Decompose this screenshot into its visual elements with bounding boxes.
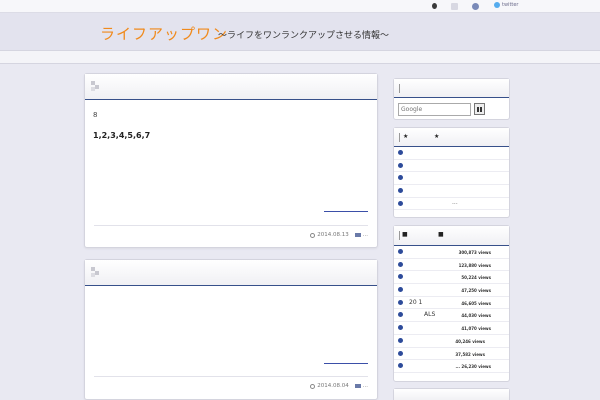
bullet-icon — [398, 200, 403, 206]
title-mark — [399, 133, 400, 142]
popular-widget-header: ■ ■ — [394, 226, 509, 246]
post-numbers: 1,2,3,4,5,6,7 — [93, 131, 151, 140]
post-meta: 2014.08.04 ... — [310, 383, 368, 389]
site-tagline: ～ライフをワンランクアップさせる情報～ — [218, 31, 390, 41]
list-item[interactable]: 20 1 46,605 views — [394, 297, 509, 310]
post-thumbnail-icon — [91, 267, 100, 277]
list-item[interactable]: ... — [394, 198, 509, 211]
list-item[interactable]: 123,880 views — [394, 259, 509, 272]
bullet-icon — [398, 175, 403, 181]
popular-widget: ■ ■ 300,873 views 123,880 views 50,224 v… — [393, 225, 510, 382]
folder-icon — [354, 384, 361, 388]
search-widget-header — [394, 79, 509, 98]
list-item[interactable]: ALS 44,030 views — [394, 309, 509, 323]
post-card: 2014.08.04 ... — [84, 259, 378, 400]
search-icon — [477, 106, 479, 112]
top-utility-bar: twitter — [0, 0, 600, 13]
list-item[interactable] — [394, 147, 509, 160]
list-item[interactable]: 40,246 views — [394, 335, 509, 348]
post-card: 8 1,2,3,4,5,6,7 2014.08.13 ... — [84, 73, 378, 248]
clock-icon — [310, 232, 316, 238]
site-title[interactable]: ライフアップワン — [100, 23, 228, 44]
post-meta: 2014.08.13 ... — [310, 232, 368, 238]
post-category[interactable]: ... — [363, 232, 368, 238]
title-mark — [399, 84, 400, 93]
list-item[interactable]: ... 26,230 views — [394, 360, 509, 373]
post-thumbnail-icon — [91, 81, 100, 91]
star-icon: ★ — [434, 133, 440, 140]
read-more-link[interactable] — [324, 211, 368, 212]
bullet-icon — [398, 188, 403, 194]
rss-icon[interactable] — [472, 3, 479, 10]
twitter-link[interactable]: twitter — [494, 2, 519, 8]
post-footer: 2014.08.13 ... — [94, 225, 368, 238]
bullet-icon — [398, 363, 403, 369]
bullet-icon — [398, 287, 403, 293]
search-widget — [393, 78, 510, 120]
bullet-icon — [398, 350, 403, 356]
post-date: 2014.08.13 — [317, 232, 349, 238]
list-item[interactable] — [394, 185, 509, 198]
read-more-link[interactable] — [324, 363, 368, 364]
list-item[interactable]: 50,224 views — [394, 271, 509, 285]
search-button[interactable] — [474, 103, 485, 115]
list-item[interactable]: 37,582 views — [394, 348, 509, 361]
twitter-icon — [494, 2, 500, 8]
bullet-icon — [398, 261, 403, 267]
post-header — [85, 260, 377, 286]
bullet-icon — [398, 299, 403, 305]
post-excerpt: 8 — [93, 111, 98, 119]
star-icon: ★ — [403, 133, 409, 140]
list-item[interactable] — [394, 160, 509, 173]
clock-icon — [310, 383, 316, 389]
post-date: 2014.08.04 — [317, 383, 349, 389]
site-header: ライフアップワン ～ライフをワンランクアップさせる情報～ — [0, 13, 600, 50]
list-item[interactable] — [394, 172, 509, 186]
post-header — [85, 74, 377, 100]
bullet-icon — [398, 337, 403, 343]
title-mark — [399, 231, 400, 240]
post-category[interactable]: ... — [363, 383, 368, 389]
person-icon[interactable] — [432, 3, 437, 9]
page-icon[interactable] — [451, 3, 458, 10]
search-input[interactable] — [398, 103, 471, 116]
recommend-widget-header: ★ ★ — [394, 128, 509, 147]
bullet-icon — [398, 325, 403, 331]
nav-strip — [0, 50, 600, 64]
next-widget — [393, 388, 510, 400]
bullet-icon — [398, 312, 403, 318]
bullet-icon — [398, 274, 403, 280]
bullet-icon — [398, 162, 403, 168]
list-item[interactable]: 41,070 views — [394, 322, 509, 335]
bullet-icon — [398, 249, 403, 254]
list-item[interactable]: 47,250 views — [394, 284, 509, 297]
list-item[interactable]: 300,873 views — [394, 246, 509, 259]
square-icon: ■ — [438, 231, 444, 238]
folder-icon — [354, 233, 361, 237]
bullet-icon — [398, 150, 403, 155]
square-icon: ■ — [402, 231, 408, 238]
next-widget-header — [394, 389, 509, 400]
twitter-label: twitter — [502, 2, 519, 8]
recommend-widget: ★ ★ ... — [393, 127, 510, 218]
post-footer: 2014.08.04 ... — [94, 376, 368, 389]
